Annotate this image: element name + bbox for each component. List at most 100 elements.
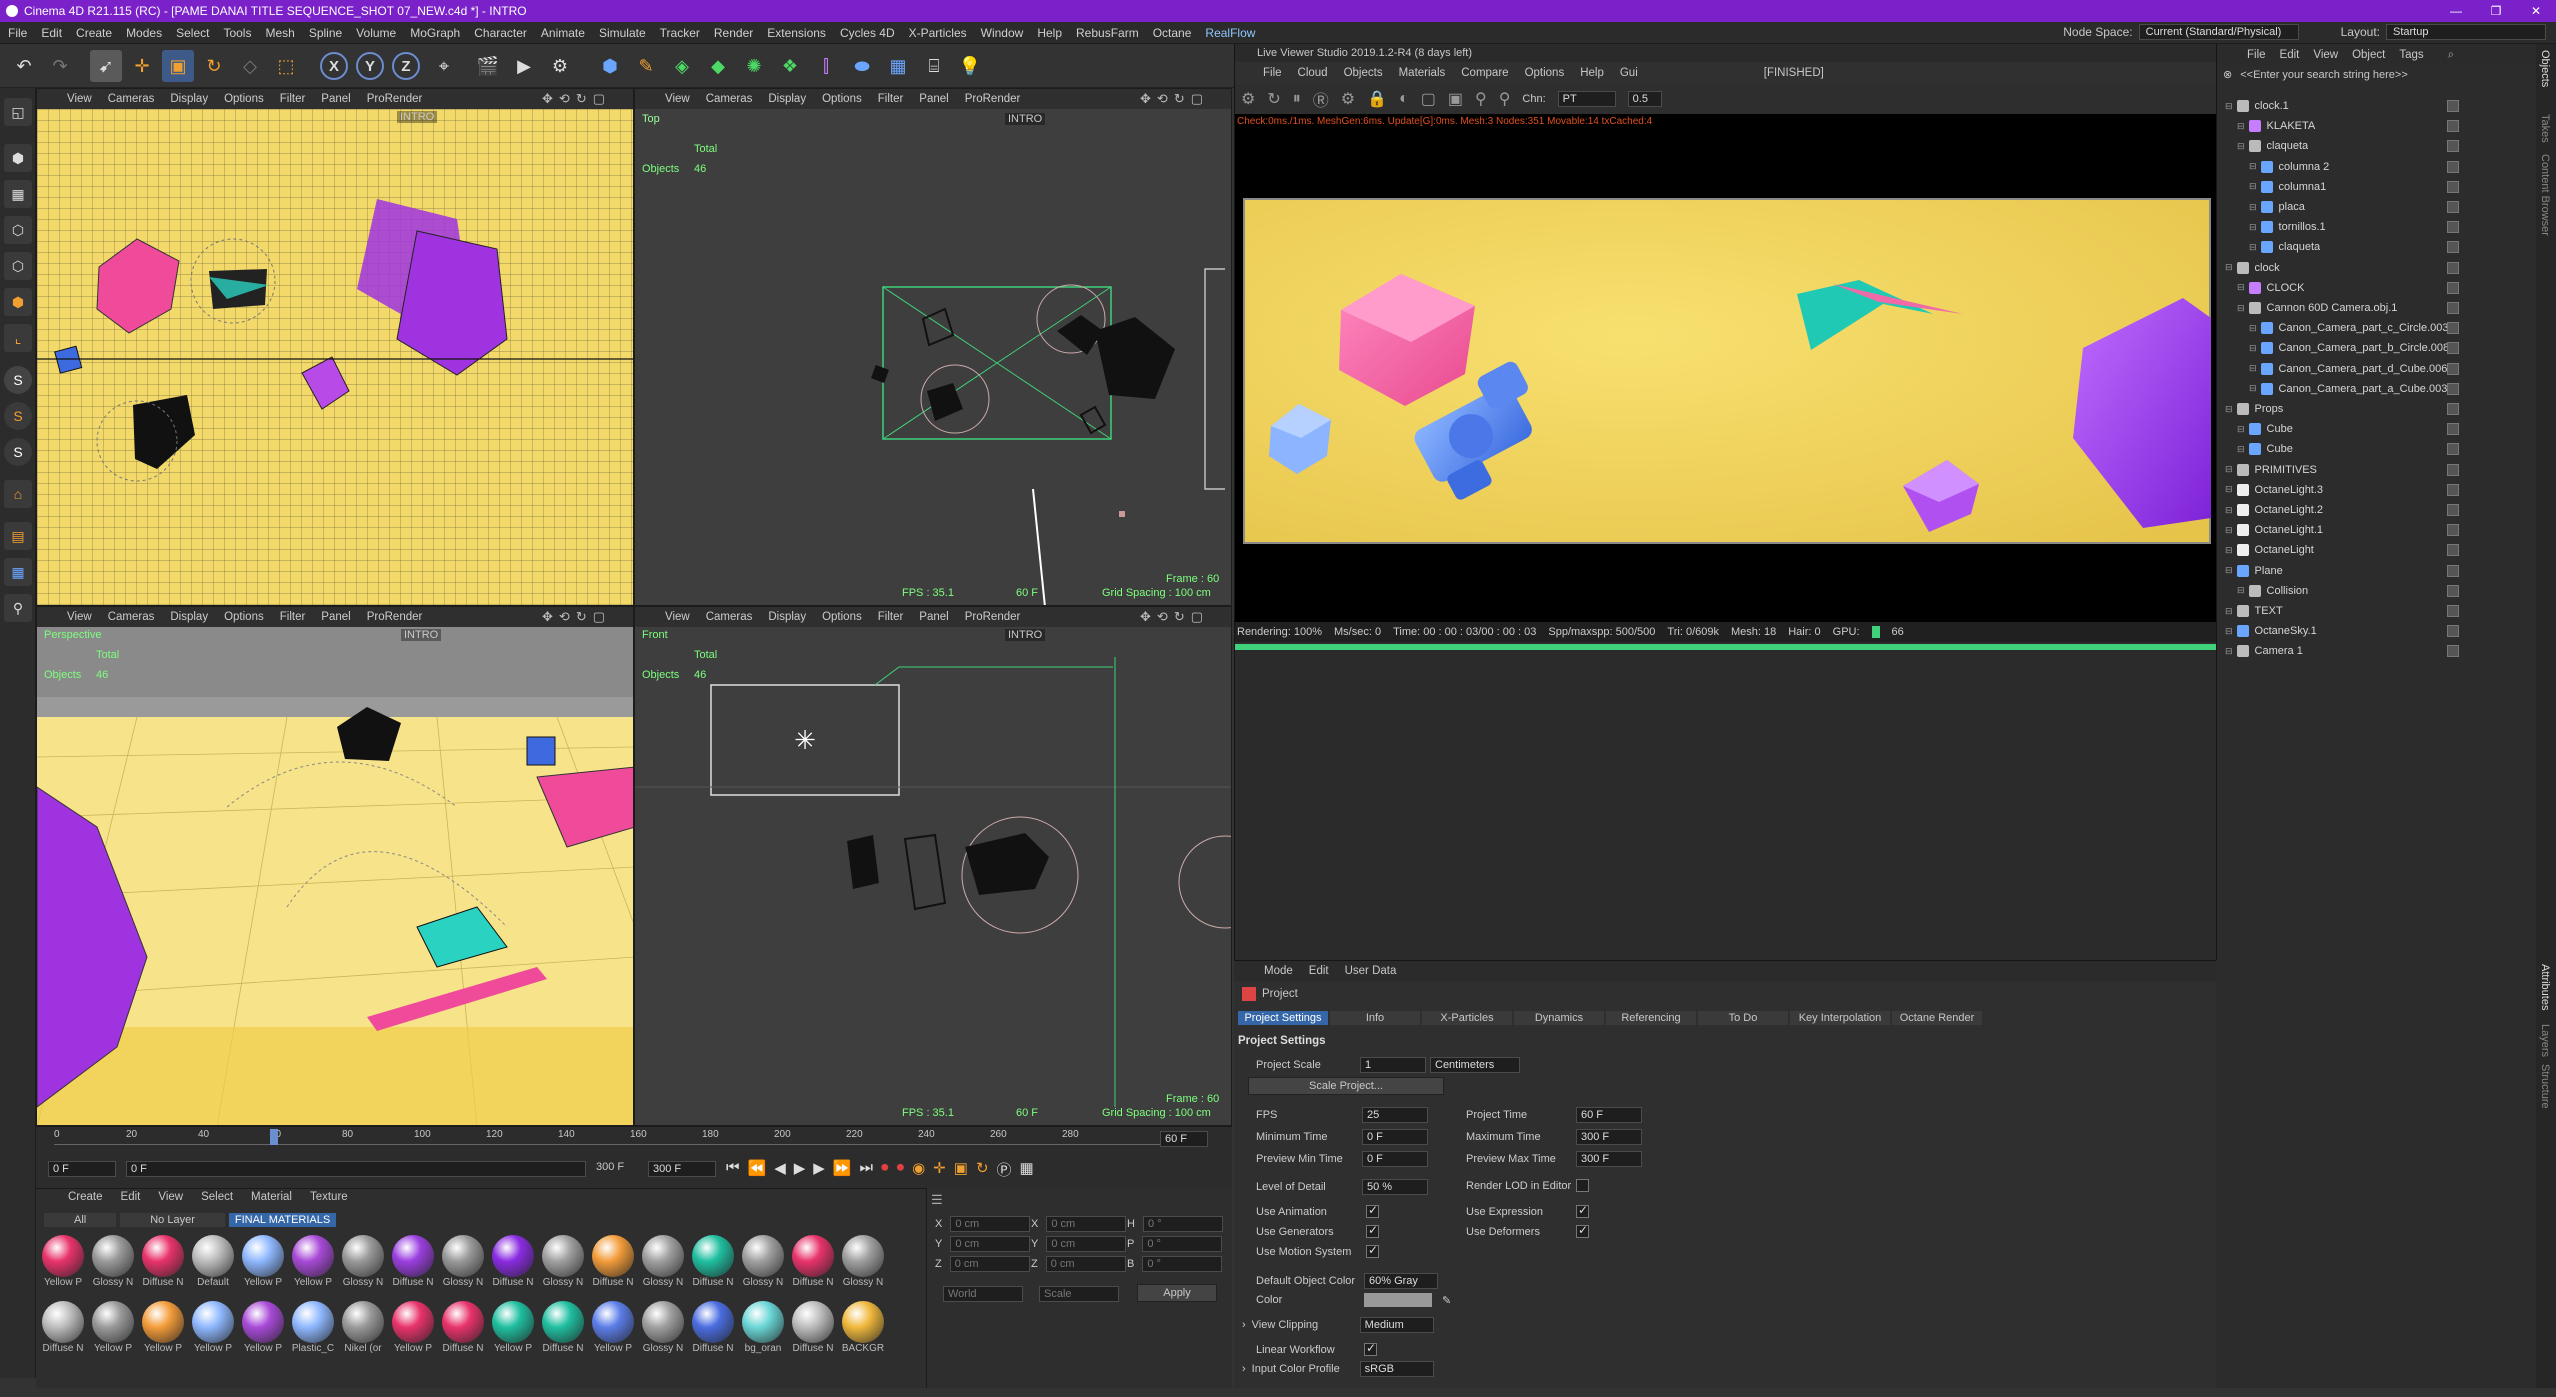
object-row[interactable]: ⊟ OctaneLight [2217, 540, 2533, 560]
object-name[interactable]: OctaneLight.2 [2255, 504, 2324, 516]
expand-toggle-icon[interactable]: ⊟ [2237, 303, 2245, 314]
min-time-field[interactable]: 0 F [1362, 1129, 1428, 1145]
material-swatch[interactable]: Glossy N [740, 1235, 786, 1295]
object-row[interactable]: ⊟ placa [2217, 197, 2533, 217]
tab-xparticles[interactable]: X-Particles [1422, 1011, 1512, 1025]
use-motion-checkbox[interactable] [1366, 1243, 1379, 1258]
end-frame-field[interactable]: 300 F [648, 1161, 716, 1177]
render-settings-icon[interactable]: ⚙ [544, 50, 576, 82]
mat-tab-no-layer[interactable]: No Layer [120, 1213, 225, 1227]
coord-menu-icon[interactable]: ☰ [931, 1192, 943, 1208]
visibility-toggle[interactable] [2447, 625, 2459, 638]
expand-arrow-icon[interactable]: › [1242, 1363, 1246, 1375]
key-pos-icon[interactable]: ✛ [933, 1159, 946, 1180]
model-mode-icon[interactable]: ◱ [4, 98, 32, 126]
expand-toggle-icon[interactable]: ⊟ [2237, 585, 2245, 596]
menu-realflow[interactable]: RealFlow [1205, 26, 1255, 40]
material-swatch[interactable]: Plastic_C [290, 1301, 336, 1361]
expand-toggle-icon[interactable]: ⊟ [2225, 525, 2233, 536]
side-tab-objects[interactable]: Objects [2539, 50, 2551, 87]
material-swatch[interactable]: Glossy N [440, 1235, 486, 1295]
menu-select[interactable]: Select [176, 26, 209, 40]
obj-search-icon[interactable]: ⌕ [2448, 49, 2454, 62]
visibility-toggle[interactable] [2447, 544, 2459, 557]
visibility-toggle[interactable] [2447, 160, 2459, 173]
array-icon[interactable]: ◆ [702, 50, 734, 82]
object-name[interactable]: claqueta [2267, 140, 2309, 152]
attr-menu-userdata[interactable]: User Data [1345, 965, 1397, 977]
object-row[interactable]: ⊟ OctaneLight.3 [2217, 480, 2533, 500]
render-area[interactable]: Check:0ms./1ms. MeshGen:6ms. Update[G]:0… [1235, 114, 2217, 622]
object-name[interactable]: OctaneLight.1 [2255, 524, 2324, 536]
side-tab-layers[interactable]: Layers [2539, 1024, 2551, 1057]
floor-icon[interactable]: ▦ [882, 50, 914, 82]
deformer-icon[interactable]: ⫿ [810, 50, 842, 82]
close-icon[interactable]: ✕ [2516, 0, 2556, 22]
redo-icon[interactable]: ↷ [44, 50, 76, 82]
mat-menu-edit[interactable]: Edit [121, 1191, 141, 1203]
mat-menu-texture[interactable]: Texture [310, 1191, 348, 1203]
expand-toggle-icon[interactable]: ⊟ [2237, 444, 2245, 455]
lv-region-icon[interactable]: Ⓡ [1313, 87, 1329, 111]
use-expression-checkbox[interactable] [1576, 1203, 1589, 1218]
transform-tool-icon[interactable]: ⬚ [270, 50, 302, 82]
menu-panel[interactable]: Panel [919, 93, 948, 105]
menu-octane[interactable]: Octane [1153, 26, 1192, 40]
object-name[interactable]: Canon_Camera_part_d_Cube.006 [2279, 363, 2448, 375]
subdivision-icon[interactable]: ◈ [666, 50, 698, 82]
menu-window[interactable]: Window [981, 26, 1024, 40]
tab-project-settings[interactable]: Project Settings [1238, 1011, 1328, 1025]
mat-tab-final[interactable]: FINAL MATERIALS [228, 1213, 337, 1227]
grid-icon[interactable]: ▦ [4, 558, 32, 586]
viewport-nav-icons[interactable]: ✥⟲↻▢ [542, 609, 611, 625]
lv-menu-compare[interactable]: Compare [1461, 67, 1508, 79]
object-row[interactable]: ⊟ clock.1 [2217, 96, 2533, 116]
coord-size-y[interactable]: 0 cm [1046, 1236, 1127, 1252]
material-swatch[interactable]: Diffuse N [690, 1235, 736, 1295]
object-name[interactable]: Collision [2267, 585, 2309, 597]
material-swatch[interactable]: Diffuse N [390, 1235, 436, 1295]
menu-cameras[interactable]: Cameras [706, 611, 753, 623]
visibility-toggle[interactable] [2447, 564, 2459, 577]
object-name[interactable]: Cube [2267, 423, 2293, 435]
expand-toggle-icon[interactable]: ⊟ [2225, 484, 2233, 495]
recent-tool-icon[interactable]: ◇ [234, 50, 266, 82]
visibility-toggle[interactable] [2447, 443, 2459, 456]
object-name[interactable]: OctaneSky.1 [2255, 625, 2317, 637]
scale-tool-icon[interactable]: ▣ [162, 50, 194, 82]
viewport-nav-icons[interactable]: ✥⟲↻▢ [1140, 91, 1209, 107]
object-row[interactable]: ⊟ columna1 [2217, 177, 2533, 197]
material-swatch[interactable]: Diffuse N [790, 1301, 836, 1361]
object-row[interactable]: ⊟ Props [2217, 399, 2533, 419]
menu-cameras[interactable]: Cameras [108, 611, 155, 623]
use-animation-checkbox[interactable] [1366, 1203, 1379, 1218]
key-rot-icon[interactable]: ↻ [976, 1159, 989, 1180]
visibility-toggle[interactable] [2447, 362, 2459, 375]
menu-options[interactable]: Options [822, 93, 862, 105]
menu-prorender[interactable]: ProRender [965, 611, 1021, 623]
lv-menu-cloud[interactable]: Cloud [1298, 67, 1328, 79]
expand-toggle-icon[interactable]: ⊟ [2237, 282, 2245, 293]
menu-panel[interactable]: Panel [919, 611, 948, 623]
viewport-front[interactable]: View Cameras Display Options Filter Pane… [634, 606, 1232, 1126]
snap-settings-icon[interactable]: S [4, 402, 32, 430]
object-name[interactable]: Canon_Camera_part_c_Circle.003 [2279, 322, 2449, 334]
material-swatch[interactable]: Diffuse N [590, 1235, 636, 1295]
object-name[interactable]: tornillos.1 [2279, 221, 2326, 233]
expand-toggle-icon[interactable]: ⊟ [2249, 363, 2257, 374]
menu-mesh[interactable]: Mesh [265, 26, 294, 40]
material-swatch[interactable]: BACKGR [840, 1301, 886, 1361]
visibility-toggle[interactable] [2447, 423, 2459, 436]
prev-key-icon[interactable]: ⏪ [748, 1159, 767, 1180]
object-name[interactable]: columna1 [2279, 181, 2327, 193]
play-icon[interactable]: ▶ [794, 1159, 806, 1180]
visibility-toggle[interactable] [2447, 281, 2459, 294]
obj-menu-view[interactable]: View [2313, 49, 2338, 61]
coord-pos-x[interactable]: 0 cm [950, 1216, 1031, 1232]
material-swatch[interactable]: Diffuse N [440, 1301, 486, 1361]
material-swatch[interactable]: Yellow P [140, 1301, 186, 1361]
object-row[interactable]: ⊟ Canon_Camera_part_d_Cube.006 [2217, 359, 2533, 379]
object-row[interactable]: ⊟ Cube [2217, 439, 2533, 459]
object-name[interactable]: columna 2 [2279, 161, 2330, 173]
tab-info[interactable]: Info [1330, 1011, 1420, 1025]
